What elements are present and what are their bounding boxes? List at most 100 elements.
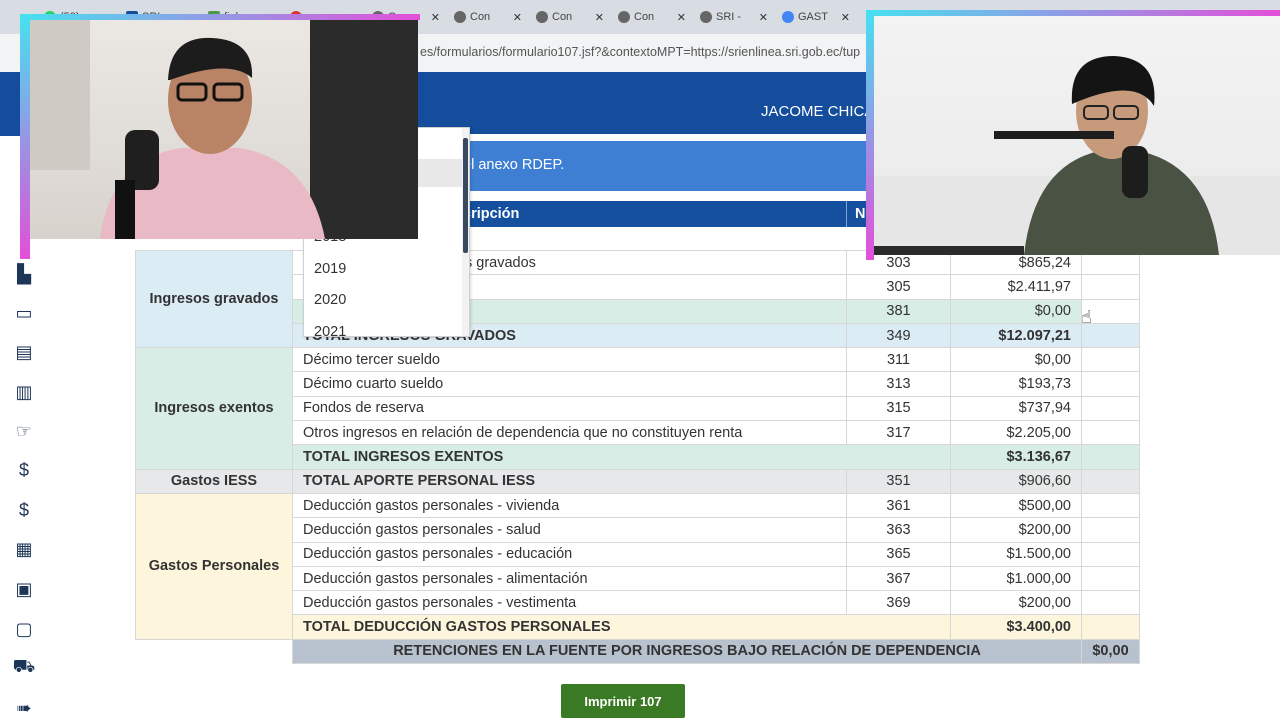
close-icon[interactable]: ✕ (513, 11, 522, 24)
dropdown-option[interactable]: 2019 (314, 261, 346, 277)
row-description: Deducción gastos personales - vivienda (292, 492, 847, 519)
row-extra (1081, 395, 1140, 422)
group-gastos-personales: Gastos Personales (135, 492, 293, 640)
close-icon[interactable]: ✕ (595, 11, 604, 24)
browser-tab[interactable]: Con✕ (530, 6, 610, 28)
table-row: Gastos IESS TOTAL APORTE PERSONAL IESS 3… (135, 468, 1140, 494)
scrollbar-thumb[interactable] (463, 138, 468, 253)
row-extra (1081, 371, 1140, 397)
row-description: Deducción gastos personales - salud (292, 517, 847, 543)
browser-tab[interactable]: SRI -✕ (694, 6, 774, 28)
dropdown-scrollbar[interactable] (462, 128, 469, 336)
row-extra (1081, 347, 1140, 373)
row-code: 315 (846, 395, 951, 422)
row-spacer (136, 639, 293, 663)
group-ingresos-gravados: Ingresos gravados (135, 249, 293, 349)
presenter-image (874, 56, 1280, 255)
arrow-right-icon[interactable]: ➠ (12, 696, 36, 720)
row-code: 361 (846, 492, 951, 519)
user-name: JACOME CHICA (761, 103, 875, 120)
income-table: Ingresos gravados es, bonos y otros ingr… (135, 249, 1140, 665)
row-extra (1081, 565, 1140, 592)
row-value: $500,00 (950, 492, 1082, 519)
url-field[interactable]: es/formularios/formulario107.jsf?&contex… (420, 45, 860, 59)
google-icon (782, 11, 794, 23)
document-icon[interactable]: ▤ (12, 340, 36, 364)
close-icon[interactable]: ✕ (431, 11, 440, 24)
close-icon[interactable]: ✕ (759, 11, 768, 24)
row-description: TOTAL INGRESOS EXENTOS (292, 444, 951, 470)
row-description: Deducción gastos personales - vestimenta (292, 590, 847, 616)
webcam-overlay-left (30, 20, 418, 239)
dropdown-option[interactable]: 2020 (314, 292, 346, 308)
mouse-cursor-icon: ☝ (1081, 307, 1092, 327)
browser-tab[interactable]: GAST ✕ (776, 6, 856, 28)
row-code: 363 (846, 517, 951, 543)
globe-icon (618, 11, 630, 23)
row-code: 369 (846, 590, 951, 616)
table-column-header: cripción N (418, 201, 878, 227)
row-code: 317 (846, 420, 951, 446)
forms-icon[interactable]: ▣ (12, 577, 36, 601)
row-value: $1.000,00 (950, 565, 1082, 592)
row-extra (1081, 590, 1140, 616)
row-value: $2.411,97 (950, 274, 1082, 300)
row-value: $1.500,00 (950, 541, 1082, 567)
row-code: 367 (846, 565, 951, 592)
file-icon[interactable]: ▥ (12, 380, 36, 404)
row-description: Otros ingresos en relación de dependenci… (292, 420, 847, 446)
print-107-button[interactable]: Imprimir 107 (561, 684, 685, 718)
hand-icon[interactable]: ☞ (12, 419, 36, 443)
car-icon[interactable]: ⛟ (12, 656, 36, 680)
row-description: TOTAL DEDUCCIÓN GASTOS PERSONALES (292, 614, 951, 640)
close-icon[interactable]: ✕ (677, 11, 686, 24)
row-value: $200,00 (950, 517, 1082, 543)
building-icon[interactable]: ▙ (12, 262, 36, 286)
info-notice: el anexo RDEP. (418, 141, 868, 191)
row-extra (1081, 614, 1140, 640)
dropdown-option[interactable]: 2021 (314, 324, 346, 336)
number-column-header: N (846, 201, 865, 227)
device-icon[interactable]: ▭ (12, 301, 36, 325)
dollar-icon[interactable]: $ (12, 458, 36, 482)
receipt-icon[interactable]: ▢ (12, 617, 36, 641)
group-ingresos-exentos: Ingresos exentos (135, 347, 293, 470)
row-value: $737,94 (950, 395, 1082, 422)
ledger-icon[interactable]: ▦ (12, 537, 36, 561)
description-column-header: cripción (463, 206, 520, 222)
row-value: $3.400,00 (950, 614, 1082, 640)
row-extra (1081, 420, 1140, 446)
row-code: 349 (846, 322, 951, 349)
row-value: $3.136,67 (950, 444, 1082, 470)
row-description: Deducción gastos personales - alimentaci… (292, 565, 847, 592)
row-description: Fondos de reserva (292, 395, 847, 422)
close-icon[interactable]: ✕ (841, 11, 850, 24)
globe-icon (700, 11, 712, 23)
row-value: $193,73 (950, 371, 1082, 397)
row-value: $200,00 (950, 590, 1082, 616)
presenter-image (30, 20, 418, 239)
row-code: 305 (846, 274, 951, 300)
browser-tab[interactable]: Con✕ (448, 6, 528, 28)
money-hand-icon[interactable]: $ (12, 498, 36, 522)
row-value[interactable]: $0,00 (950, 298, 1082, 324)
group-gastos-iess: Gastos IESS (135, 468, 293, 494)
row-extra (1081, 468, 1140, 494)
row-extra (1081, 492, 1140, 519)
webcam-frame-glow (866, 10, 874, 260)
row-extra (1081, 541, 1140, 567)
row-code: 381 (846, 298, 951, 324)
row-description: Décimo tercer sueldo (292, 347, 847, 373)
row-value: $12.097,21 (950, 322, 1082, 349)
row-extra (1081, 444, 1140, 470)
table-row: Gastos Personales Deducción gastos perso… (135, 492, 1140, 640)
table-row: RETENCIONES EN LA FUENTE POR INGRESOS BA… (136, 638, 1140, 665)
retenciones-label: RETENCIONES EN LA FUENTE POR INGRESOS BA… (292, 638, 1082, 665)
browser-tab[interactable]: Con✕ (612, 6, 692, 28)
row-code: 351 (846, 468, 951, 494)
webcam-overlay-right (874, 16, 1280, 255)
row-value: $2.205,00 (950, 420, 1082, 446)
row-description: TOTAL APORTE PERSONAL IESS (292, 468, 847, 494)
webcam-frame-glow (20, 14, 30, 259)
row-extra (1081, 274, 1140, 300)
